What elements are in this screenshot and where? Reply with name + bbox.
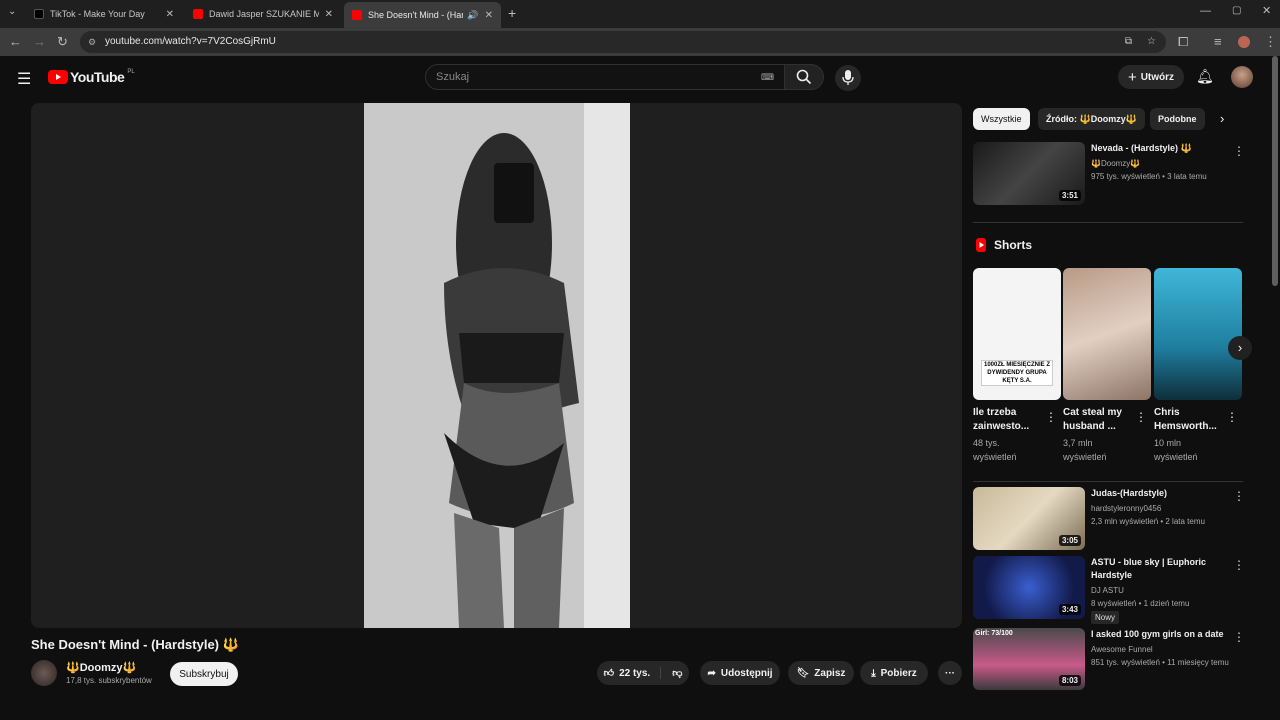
subscribe-button[interactable]: Subskrybuj [170, 662, 238, 686]
share-button[interactable]: ➦ Udostępnij [700, 661, 780, 685]
chevron-right-icon: › [1237, 340, 1243, 355]
shorts-icon [976, 238, 986, 252]
like-button[interactable]: 👍︎ 22 tys. [604, 667, 662, 679]
bookmark-icon: 🔖︎ [796, 667, 810, 679]
plus-icon: + [1127, 68, 1137, 86]
more-vert-icon[interactable]: ⋮ [1135, 410, 1147, 424]
video-thumbnail: Girl: 73/100 8:03 [973, 628, 1085, 690]
close-icon[interactable]: ✕ [166, 9, 174, 20]
bookmark-star-icon[interactable]: ☆ [1147, 31, 1156, 53]
dislike-button[interactable]: 👎︎ [666, 667, 682, 679]
extensions-icon[interactable]: ⧠ [1178, 34, 1188, 50]
youtube-play-icon [48, 70, 68, 84]
more-vert-icon[interactable]: ⋮ [1233, 630, 1245, 644]
chip-source[interactable]: Źródło: 🔱Doomzy🔱 [1038, 108, 1145, 130]
tab-dawid[interactable]: Dawid Jasper SZUKANIE MIŁOŚ ✕ [185, 3, 341, 25]
browser-toolbar: ← → ↻ ⚙ youtube.com/watch?v=7V2CosGjRmU … [0, 28, 1280, 56]
reload-icon[interactable]: ↻ [57, 34, 68, 50]
keyboard-icon[interactable]: ⌨ [761, 65, 774, 89]
speaker-icon[interactable]: 🔊 [467, 10, 478, 21]
youtube-icon [193, 9, 203, 19]
short-thumbnail: 1000ZŁ MIESIĘCZNIE Z DYWIDENDY GRUPA KĘT… [973, 268, 1061, 400]
more-vert-icon[interactable]: ⋮ [1233, 558, 1245, 572]
avatar[interactable] [1231, 66, 1253, 88]
notifications-bell-icon[interactable]: 🔔︎ [1196, 68, 1214, 85]
voice-search-button[interactable] [835, 65, 861, 91]
youtube-logo[interactable]: YouTube PL [48, 69, 135, 85]
video-image [364, 103, 630, 628]
minimize-icon[interactable]: — [1200, 5, 1211, 17]
maximize-icon[interactable]: ▢ [1232, 5, 1241, 16]
menu-icon[interactable]: ☰ [17, 69, 31, 89]
video-title: She Doesn't Mind - (Hardstyle) 🔱 [31, 637, 239, 652]
chip-related[interactable]: Podobne [1150, 108, 1205, 130]
download-button[interactable]: ⤓ Pobierz [860, 661, 928, 685]
video-thumbnail: 3:51 [973, 142, 1085, 205]
new-badge: Nowy [1091, 611, 1120, 624]
more-vert-icon[interactable]: ⋮ [1233, 144, 1245, 158]
youtube-page: ☰ YouTube PL Szukaj ⌨ + Utwórz 🔔︎ She Do… [0, 56, 1280, 720]
chevron-right-icon[interactable]: › [1220, 111, 1224, 126]
short-thumbnail [1154, 268, 1242, 400]
back-icon[interactable]: ← [9, 34, 22, 49]
more-vert-icon[interactable]: ⋮ [1045, 410, 1057, 424]
more-vert-icon[interactable]: ⋮ [1233, 489, 1245, 503]
install-icon[interactable]: ⧉ [1125, 31, 1132, 53]
save-button[interactable]: 🔖︎ Zapisz [788, 661, 854, 685]
short-card[interactable]: Chris Hemsworth... 10 mln wyświetleń ⋮ [1154, 268, 1242, 464]
shorts-header: Shorts [975, 238, 1032, 252]
related-video[interactable]: 3:51 Nevada - (Hardstyle) 🔱 🔱Doomzy🔱 975… [973, 142, 1245, 208]
video-player[interactable] [31, 103, 962, 628]
like-dislike-group: 👍︎ 22 tys. 👎︎ [597, 661, 689, 685]
short-thumbnail [1063, 268, 1151, 400]
chip-all[interactable]: Wszystkie [973, 108, 1030, 130]
channel-avatar[interactable] [31, 660, 57, 686]
subscriber-count: 17,8 tys. subskrybentów [66, 676, 152, 685]
video-thumbnail: 3:43 [973, 556, 1085, 619]
shorts-next-button[interactable]: › [1228, 336, 1252, 360]
related-video[interactable]: 3:05 Judas-(Hardstyle) hardstyleronny045… [973, 487, 1245, 553]
channel-name[interactable]: 🔱Doomzy🔱 [66, 661, 136, 674]
video-frame [364, 103, 630, 628]
more-vert-icon[interactable]: ⋮ [1226, 410, 1238, 424]
media-icon[interactable]: ≡ [1214, 34, 1222, 49]
divider [973, 222, 1243, 223]
search-icon [796, 69, 812, 85]
browser-tabstrip: ⌄ TikTok - Make Your Day ✕ Dawid Jasper … [0, 0, 1280, 28]
scrollbar-thumb[interactable] [1272, 56, 1278, 286]
close-icon[interactable]: ✕ [325, 9, 333, 20]
tab-current[interactable]: She Doesn't Mind - (Hards 🔊 ✕ [344, 2, 501, 28]
search-button[interactable] [784, 64, 824, 90]
video-thumbnail: 3:05 [973, 487, 1085, 550]
related-video[interactable]: Girl: 73/100 8:03 I asked 100 gym girls … [973, 628, 1245, 690]
related-video[interactable]: 3:43 ASTU - blue sky | Euphoric Hardstyl… [973, 556, 1245, 624]
more-actions-button[interactable]: ··· [938, 661, 962, 685]
tab-search-icon[interactable]: ⌄ [8, 6, 16, 17]
download-icon: ⤓ [871, 667, 876, 679]
address-bar[interactable]: ⚙ youtube.com/watch?v=7V2CosGjRmU ⧉ ☆ [80, 31, 1166, 53]
thumbs-down-icon: 👎︎ [672, 668, 683, 679]
tiktok-icon [34, 9, 44, 19]
window-close-icon[interactable]: ✕ [1262, 4, 1271, 17]
share-icon: ➦ [707, 667, 716, 679]
divider [973, 481, 1243, 482]
new-tab-icon[interactable]: + [508, 5, 516, 21]
forward-icon[interactable]: → [33, 34, 46, 49]
microphone-icon [842, 70, 854, 85]
more-icon: ··· [945, 667, 955, 679]
profile-icon[interactable] [1238, 36, 1250, 48]
short-card[interactable]: Cat steal my husband ... 3,7 mln wyświet… [1063, 268, 1151, 464]
site-info-icon[interactable]: ⚙ [88, 31, 96, 53]
youtube-icon [352, 10, 362, 20]
short-card[interactable]: 1000ZŁ MIESIĘCZNIE Z DYWIDENDY GRUPA KĘT… [973, 268, 1061, 464]
tab-tiktok[interactable]: TikTok - Make Your Day ✕ [26, 3, 182, 25]
create-button[interactable]: + Utwórz [1118, 65, 1184, 89]
close-icon[interactable]: ✕ [485, 10, 493, 21]
browser-menu-icon[interactable]: ⋮ [1264, 34, 1277, 50]
thumbs-up-icon: 👍︎ [603, 668, 615, 679]
search-input[interactable]: Szukaj ⌨ [425, 64, 785, 90]
